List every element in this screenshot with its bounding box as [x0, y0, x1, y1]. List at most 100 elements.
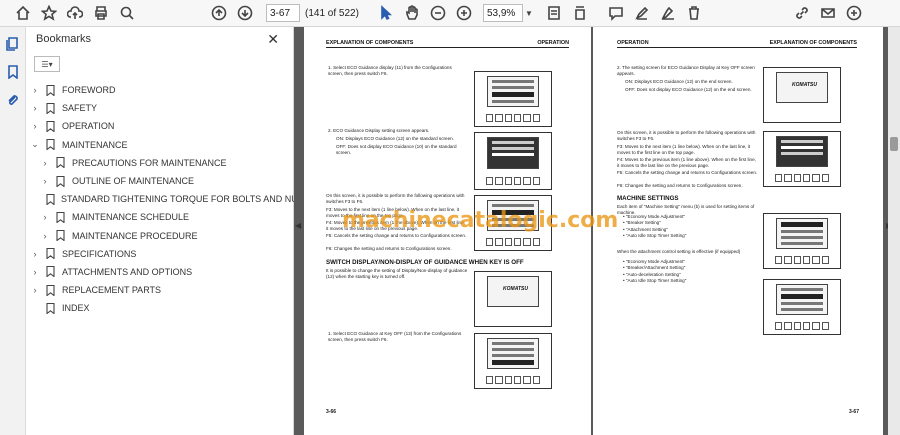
bookmark-icon [46, 302, 56, 315]
bookmark-item[interactable]: › MAINTENANCE PROCEDURE [26, 227, 293, 245]
bookmarks-panel: Bookmarks ✕ ☰▾ › FOREWORD › SAFETY › OPERATIO… [26, 27, 309, 435]
bookmark-item[interactable]: STANDARD TIGHTENING TORQUE FOR BOLTS AND… [26, 190, 309, 208]
figure-config-screen [474, 71, 552, 127]
scroll-mode-icon[interactable] [567, 1, 593, 25]
bookmark-icon [46, 284, 56, 297]
bookmark-item[interactable]: › SPECIFICATIONS [26, 245, 293, 263]
bookmark-icon [46, 248, 56, 260]
search-icon[interactable] [114, 1, 140, 25]
zoom-in-icon[interactable] [451, 1, 477, 25]
bookmark-item[interactable]: › FOREWORD [26, 81, 293, 99]
r-operations-intro-text: On this screen, it is possible to perfor… [617, 130, 756, 142]
previous-page-icon[interactable] [206, 1, 232, 25]
bookmark-item[interactable]: › PRECAUTIONS FOR MAINTENANCE [26, 154, 293, 172]
chevron-right-icon[interactable]: › [30, 267, 40, 277]
page-number-input[interactable] [266, 4, 300, 22]
r-step-2-on-text: ON: Displays ECO Guidance (12) on the en… [625, 79, 733, 84]
select-cursor-icon[interactable] [373, 1, 399, 25]
chevron-right-icon[interactable]: › [40, 231, 50, 241]
figure-end-screen: KOMATSU [474, 271, 552, 327]
bookmark-label: SAFETY [62, 103, 98, 114]
hand-tool-icon[interactable] [399, 1, 425, 25]
figure-eco-guidance-screen [474, 132, 552, 190]
step-2-text: 2. ECO Guidance Display setting screen a… [328, 128, 430, 133]
figure-setting-screen-r [763, 131, 841, 187]
bookmark-icon [46, 193, 55, 206]
bookmark-item[interactable]: › ATTACHMENTS AND OPTIONS [26, 263, 293, 281]
side-rail [0, 27, 26, 435]
bookmarks-header: Bookmarks ✕ [26, 27, 293, 51]
comment-icon[interactable] [603, 1, 629, 25]
bookmark-label: REPLACEMENT PARTS [62, 285, 162, 296]
page-number-right: 3-67 [848, 409, 859, 415]
chevron-right-icon[interactable]: › [30, 85, 40, 95]
figure-config-screen-3 [474, 333, 552, 389]
chevron-right-icon[interactable]: › [30, 285, 40, 295]
fit-page-icon[interactable] [541, 1, 567, 25]
scrollbar-thumb[interactable] [890, 137, 898, 151]
chevron-right-icon[interactable]: › [40, 158, 50, 168]
bookmark-label: MAINTENANCE SCHEDULE [72, 212, 190, 223]
thumbnails-icon[interactable] [0, 30, 26, 58]
scroll-left-icon[interactable]: ◀ [295, 221, 301, 230]
section-body: It is possible to change the setting of … [326, 268, 468, 280]
bookmark-icon [46, 102, 56, 115]
chevron-right-icon[interactable]: › [40, 176, 50, 186]
chevron-right-icon[interactable]: › [30, 121, 40, 131]
cloud-upload-icon[interactable] [62, 1, 88, 25]
r-f4-text: F4: Moves to the previous item (1 line a… [617, 157, 756, 169]
share-link-icon[interactable] [789, 1, 815, 25]
bookmark-label: MAINTENANCE [62, 139, 128, 150]
bookmark-item[interactable]: › OUTLINE OF MAINTENANCE [26, 172, 293, 190]
zoom-level-input[interactable] [482, 4, 523, 22]
watermark: machinecatalogic.com [342, 208, 619, 233]
bookmark-icon [46, 120, 56, 133]
bookmarks-title: Bookmarks [36, 33, 92, 45]
chevron-down-icon[interactable]: ⌄ [30, 139, 40, 150]
section-title: SWITCH DISPLAY/NON-DISPLAY OF GUIDANCE W… [326, 259, 524, 266]
close-icon[interactable]: ✕ [267, 31, 279, 48]
bookmark-item[interactable]: › SAFETY [26, 99, 293, 117]
r-step-2-off-text: OFF: Does not display ECO Guidance (12) … [625, 87, 752, 92]
step-1-text: 1. Select ECO Guidance display (11) from… [328, 65, 452, 77]
bookmarks-list: › FOREWORD › SAFETY › OPERATION ⌄ MAINTENANCE › P… [26, 77, 309, 317]
bullet-item: • "Auto Idle Stop Timer Setting" [623, 277, 687, 283]
vertical-scrollbar[interactable] [888, 27, 900, 435]
f5-text: F5: Cancels the setting change and retur… [326, 233, 467, 238]
bookmarks-icon[interactable] [0, 58, 26, 86]
bookmark-icon [56, 230, 66, 242]
bookmark-item[interactable]: INDEX [26, 299, 293, 317]
step-2-off-text: OFF: Does not display ECO Guidance (10) … [336, 144, 457, 156]
bookmark-icon [46, 84, 56, 97]
chevron-right-icon[interactable]: › [30, 249, 40, 259]
figure-machine-setting-r [763, 213, 841, 269]
r-step-2-text: 2. The setting screen for ECO Guidance D… [617, 65, 755, 77]
bookmark-item[interactable]: ⌄ MAINTENANCE [26, 136, 293, 154]
page-header-right-r: EXPLANATION OF COMPONENTS [769, 40, 857, 46]
figure-attachment-setting-r [763, 279, 841, 335]
next-page-icon[interactable] [232, 1, 258, 25]
operations-intro-text: On this screen, it is possible to perfor… [326, 193, 465, 205]
bookmark-options-icon[interactable]: ☰▾ [34, 56, 60, 72]
attachments-icon[interactable] [0, 86, 26, 114]
account-icon[interactable] [841, 1, 867, 25]
bookmark-label: STANDARD TIGHTENING TORQUE FOR BOLTS AND… [61, 194, 310, 205]
chevron-right-icon[interactable]: › [30, 103, 40, 113]
bullet-item: • "Auto Idle Stop Timer Setting" [623, 232, 687, 238]
r-section-title: MACHINE SETTINGS [617, 195, 679, 202]
sign-icon[interactable] [655, 1, 681, 25]
highlight-pen-icon[interactable] [629, 1, 655, 25]
bookmark-item[interactable]: › REPLACEMENT PARTS [26, 281, 293, 299]
email-icon[interactable] [815, 1, 841, 25]
bookmark-icon [46, 266, 56, 279]
home-icon[interactable] [10, 1, 36, 25]
delete-icon[interactable] [681, 1, 707, 25]
chevron-down-icon[interactable]: ▼ [523, 9, 535, 18]
bookmark-item[interactable]: › MAINTENANCE SCHEDULE [26, 208, 293, 226]
bookmark-item[interactable]: › OPERATION [26, 117, 293, 135]
print-icon[interactable] [88, 1, 114, 25]
page-number-left: 3-66 [326, 409, 337, 415]
zoom-out-icon[interactable] [425, 1, 451, 25]
bookmark-star-icon[interactable] [36, 1, 62, 25]
chevron-right-icon[interactable]: › [40, 212, 50, 222]
